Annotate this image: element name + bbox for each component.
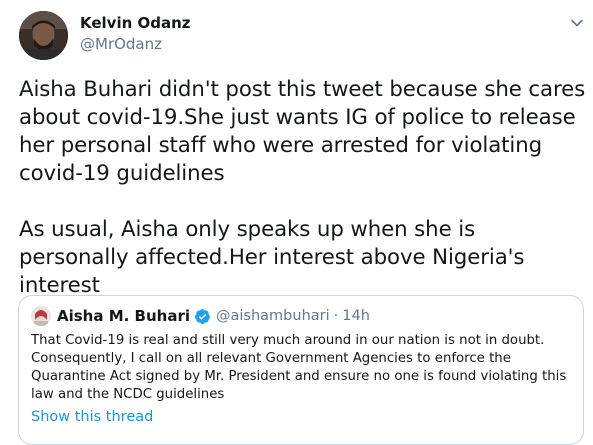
quoted-author-avatar-image [31,306,51,326]
quoted-tweet[interactable]: Aisha M. Buhari @aishambuhari · 14h That… [18,295,584,445]
author-display-name[interactable]: Kelvin Odanz [80,13,191,33]
quoted-author-handle: @aishambuhari [216,308,330,324]
author-info[interactable]: Kelvin Odanz @MrOdanz [80,13,191,54]
verified-badge-icon [195,308,210,324]
quoted-tweet-header: Aisha M. Buhari @aishambuhari · 14h [31,305,370,327]
show-thread-link[interactable]: Show this thread [31,409,153,425]
author-handle[interactable]: @MrOdanz [80,34,191,54]
chevron-down-icon[interactable] [570,16,584,30]
author-avatar-image [19,11,68,60]
tweet-paragraph: Aisha Buhari didn't post this tweet beca… [19,77,586,186]
quoted-tweet-text: That Covid-19 is real and still very muc… [31,333,567,402]
quoted-author-name: Aisha M. Buhari [57,307,191,325]
quoted-author-avatar [31,306,51,326]
quoted-tweet-timestamp[interactable]: 14h [342,308,370,324]
separator-dot: · [333,308,339,324]
tweet-paragraph: As usual, Aisha only speaks up when she … [19,217,525,298]
tweet-text: Aisha Buhari didn't post this tweet beca… [19,76,591,300]
author-avatar[interactable] [19,11,68,60]
tweet: Kelvin Odanz @MrOdanz Aisha Buhari didn'… [0,0,593,445]
